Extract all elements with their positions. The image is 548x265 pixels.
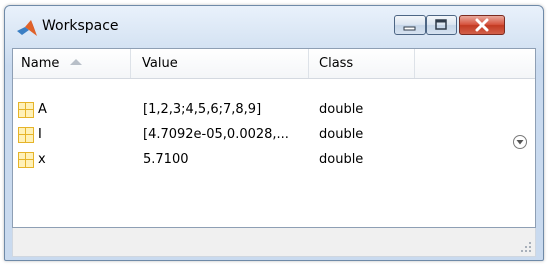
variable-value: [4.7092e-05,0.0028,... bbox=[143, 127, 289, 142]
variable-class: double bbox=[319, 152, 364, 167]
table-header: Name Value Class bbox=[13, 49, 535, 79]
maximize-button[interactable] bbox=[426, 15, 457, 35]
variable-value: 5.7100 bbox=[143, 152, 189, 167]
column-header-empty[interactable] bbox=[415, 49, 535, 78]
status-bar bbox=[12, 228, 536, 257]
column-header-class[interactable]: Class bbox=[309, 49, 415, 78]
matrix-variable-icon bbox=[18, 127, 34, 143]
table-row[interactable]: A [1,2,3;4,5,6;7,8,9] double bbox=[13, 101, 535, 121]
variable-name: A bbox=[38, 102, 47, 117]
matrix-variable-icon bbox=[18, 102, 34, 118]
close-button[interactable] bbox=[459, 15, 505, 35]
options-dropdown-icon[interactable] bbox=[512, 134, 528, 150]
variable-value: [1,2,3;4,5,6;7,8,9] bbox=[143, 102, 262, 117]
column-header-name[interactable]: Name bbox=[13, 49, 131, 78]
matrix-variable-icon bbox=[18, 152, 34, 168]
workspace-table: Name Value Class A [1,2,3;4,5,6;7,8,9] d… bbox=[12, 48, 536, 228]
minimize-button[interactable] bbox=[394, 15, 426, 35]
column-header-label: Value bbox=[142, 56, 178, 71]
workspace-window: Workspace Name Value Class A [1,2,3;4,5,… bbox=[4, 5, 544, 261]
table-row[interactable]: I [4.7092e-05,0.0028,... double bbox=[13, 126, 535, 146]
column-header-label: Class bbox=[319, 56, 354, 71]
sort-ascending-icon bbox=[69, 58, 82, 65]
close-icon bbox=[475, 18, 489, 32]
variable-class: double bbox=[319, 102, 364, 117]
variable-name: x bbox=[38, 152, 46, 167]
column-header-value[interactable]: Value bbox=[131, 49, 309, 78]
title-bar[interactable]: Workspace bbox=[5, 6, 543, 48]
maximize-icon bbox=[435, 19, 447, 30]
minimize-icon bbox=[403, 26, 416, 31]
resize-grip-icon[interactable] bbox=[520, 241, 532, 253]
variable-name: I bbox=[38, 127, 42, 142]
window-title: Workspace bbox=[42, 18, 119, 34]
column-header-label: Name bbox=[21, 56, 60, 71]
variable-class: double bbox=[319, 127, 364, 142]
matlab-logo-icon bbox=[17, 20, 37, 36]
table-row[interactable]: x 5.7100 double bbox=[13, 151, 535, 171]
